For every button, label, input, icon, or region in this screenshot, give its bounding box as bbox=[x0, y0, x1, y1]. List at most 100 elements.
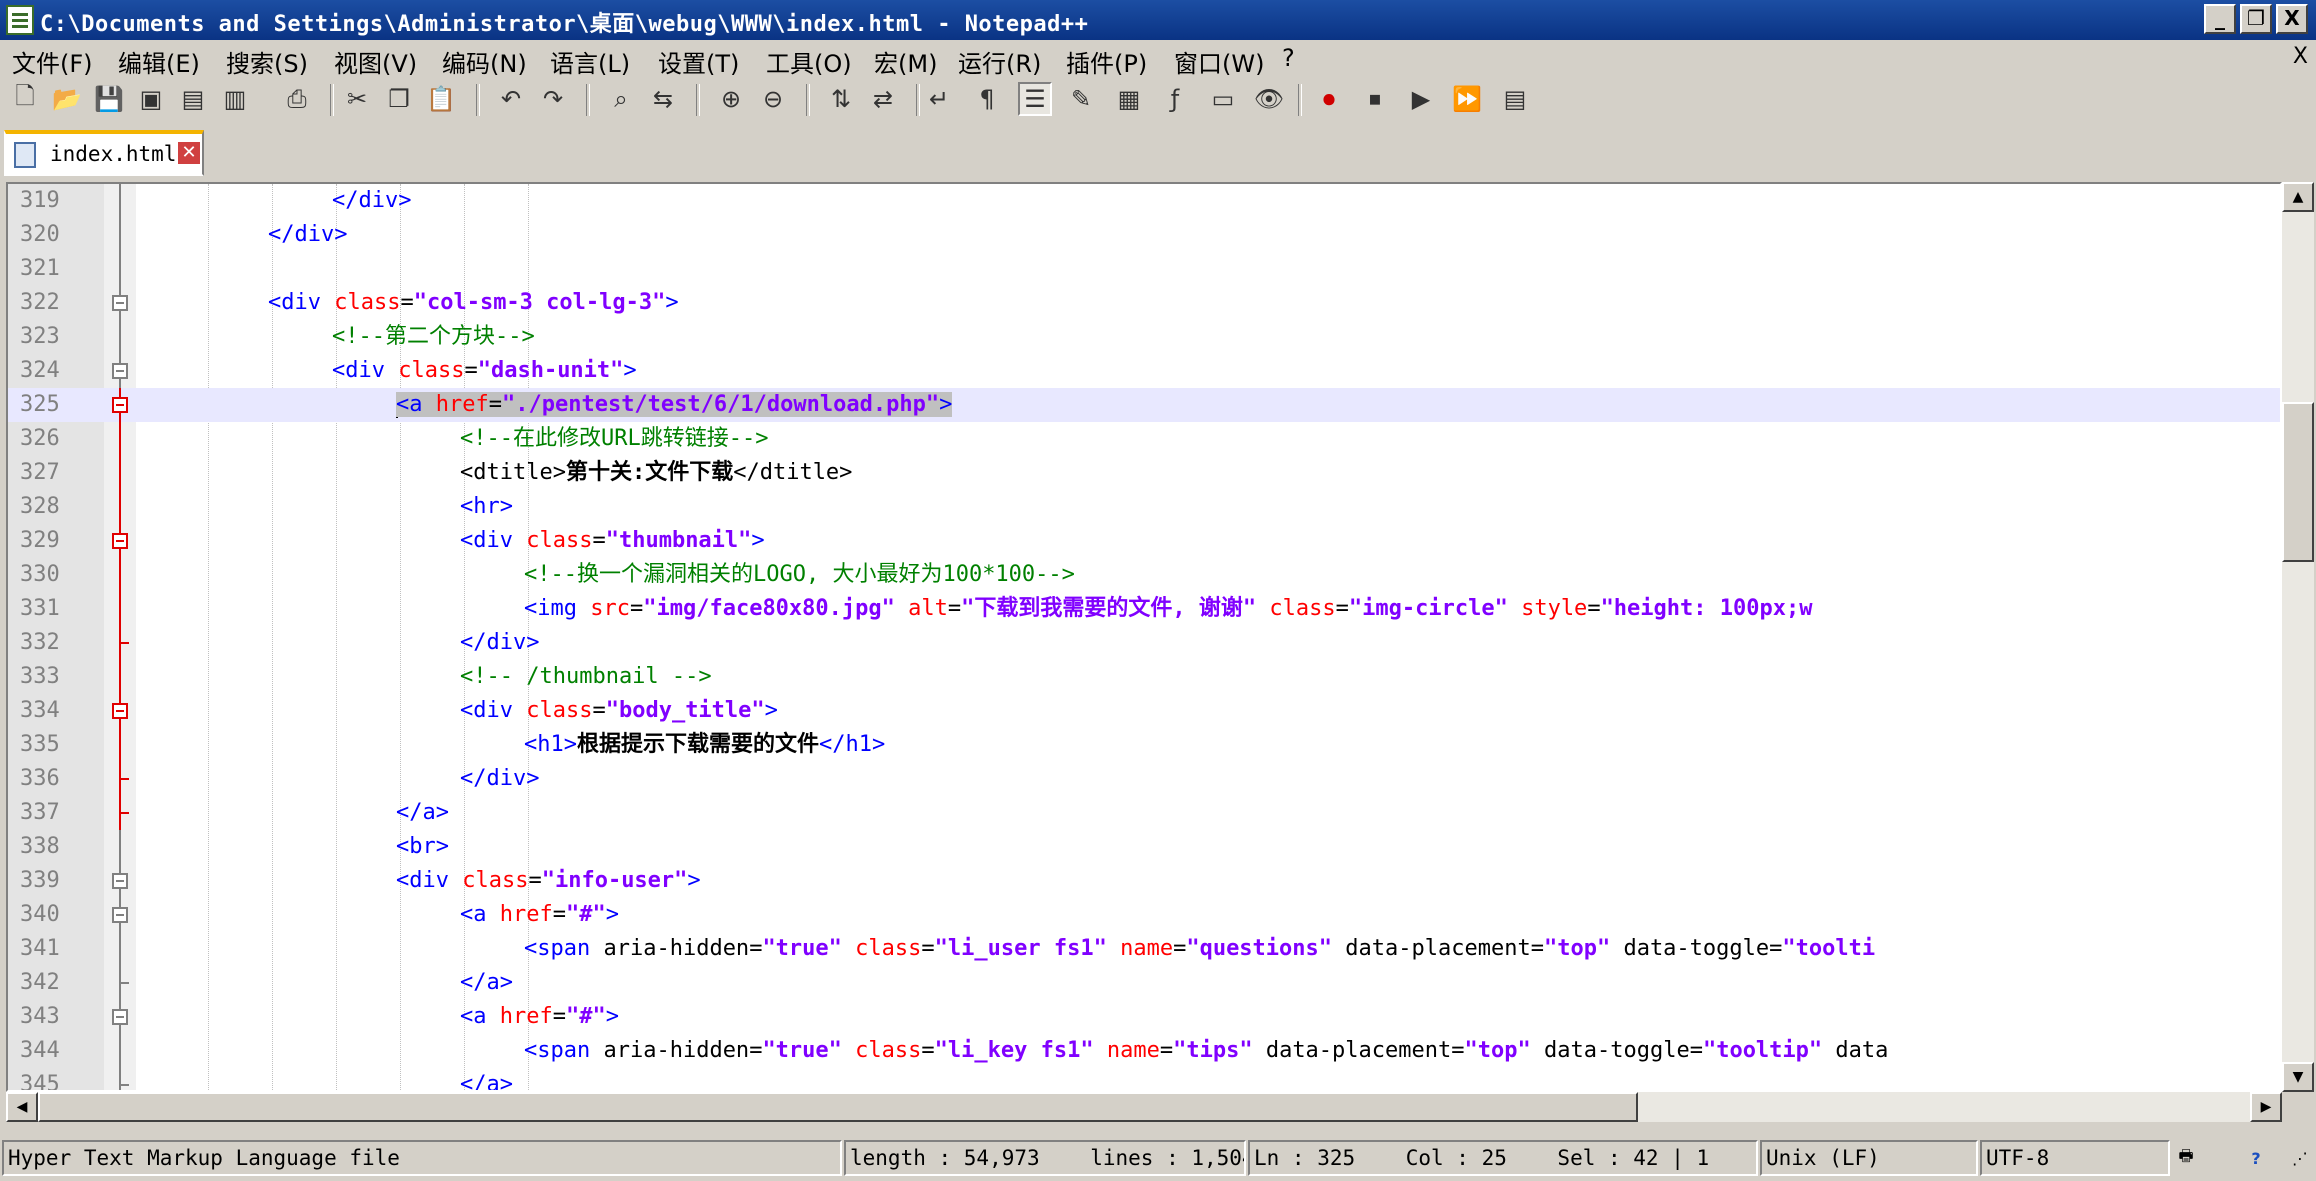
code-line[interactable]: 334 <div class="body_title"> bbox=[8, 694, 2280, 728]
open-icon[interactable]: 📂 bbox=[50, 82, 84, 116]
play-macro-icon[interactable]: ▶ bbox=[1404, 82, 1438, 116]
monitor-status-icon[interactable]: 🖶 bbox=[2170, 1142, 2202, 1174]
horizontal-scroll-thumb[interactable] bbox=[38, 1092, 1638, 1122]
code-line[interactable]: 332 </div> bbox=[8, 626, 2280, 660]
find-icon[interactable]: ⌕ bbox=[604, 82, 638, 116]
menu-edit[interactable]: 编辑(E) bbox=[118, 44, 200, 79]
code-line[interactable]: 326 <!--在此修改URL跳转链接--> bbox=[8, 422, 2280, 456]
code-line[interactable]: 345 </a> bbox=[8, 1068, 2280, 1090]
cut-icon[interactable]: ✂ bbox=[340, 82, 374, 116]
code-line[interactable]: 335 <h1>根据提示下载需要的文件</h1> bbox=[8, 728, 2280, 762]
help-icon[interactable]: ? bbox=[2240, 1142, 2272, 1174]
stop-macro-icon[interactable]: ⏹ bbox=[1358, 82, 1392, 116]
maximize-button[interactable]: ❐ bbox=[2240, 4, 2272, 34]
user-lang-icon[interactable]: ✎ bbox=[1064, 82, 1098, 116]
code-line[interactable]: 340 <a href="#"> bbox=[8, 898, 2280, 932]
code-line[interactable]: 323 <!--第二个方块--> bbox=[8, 320, 2280, 354]
code-line[interactable]: 337 </a> bbox=[8, 796, 2280, 830]
scroll-up-button[interactable]: ▲ bbox=[2282, 182, 2314, 212]
code-line[interactable]: 339 <div class="info-user"> bbox=[8, 864, 2280, 898]
status-encoding[interactable]: UTF-8 bbox=[1980, 1140, 2170, 1176]
fold-toggle-icon[interactable] bbox=[112, 864, 128, 898]
menu-search[interactable]: 搜索(S) bbox=[226, 44, 308, 79]
code-line[interactable]: 336 </div> bbox=[8, 762, 2280, 796]
undo-icon[interactable]: ↶ bbox=[494, 82, 528, 116]
paste-icon[interactable]: 📋 bbox=[424, 82, 458, 116]
code-line[interactable]: 344 <span aria-hidden="true" class="li_ke… bbox=[8, 1034, 2280, 1068]
doc-map-icon[interactable]: ▦ bbox=[1112, 82, 1146, 116]
code-line[interactable]: 342 </a> bbox=[8, 966, 2280, 1000]
code-line[interactable]: 330 <!--换一个漏洞相关的LOGO, 大小最好为100*100--> bbox=[8, 558, 2280, 592]
fold-toggle-icon[interactable] bbox=[112, 524, 128, 558]
fold-toggle-icon[interactable] bbox=[112, 354, 128, 388]
sync-h-icon[interactable]: ⇄ bbox=[866, 82, 900, 116]
run-macro-multiple-icon[interactable]: ⏩ bbox=[1450, 82, 1484, 116]
vertical-scroll-thumb[interactable] bbox=[2282, 402, 2314, 562]
zoom-out-icon[interactable]: ⊖ bbox=[756, 82, 790, 116]
monitor-icon[interactable]: 👁 bbox=[1252, 82, 1286, 116]
code-line[interactable]: 333 <!-- /thumbnail --> bbox=[8, 660, 2280, 694]
replace-icon[interactable]: ⇆ bbox=[646, 82, 680, 116]
menu-language[interactable]: 语言(L) bbox=[550, 44, 630, 79]
menu-run[interactable]: 运行(R) bbox=[958, 44, 1041, 79]
word-wrap-icon[interactable]: ↵ bbox=[922, 82, 956, 116]
close-button[interactable]: X bbox=[2276, 4, 2308, 34]
new-icon[interactable]: 🗋 bbox=[8, 82, 42, 116]
close-all-icon[interactable]: ▥ bbox=[218, 82, 252, 116]
tab-close-icon[interactable]: ✕ bbox=[178, 142, 200, 164]
menu-view[interactable]: 视图(V) bbox=[334, 44, 417, 79]
minimize-button[interactable]: _ bbox=[2204, 4, 2236, 34]
code-line[interactable]: 328 <hr> bbox=[8, 490, 2280, 524]
zoom-in-icon[interactable]: ⊕ bbox=[714, 82, 748, 116]
menu-macro[interactable]: 宏(M) bbox=[874, 44, 937, 79]
record-macro-icon[interactable]: ⏺ bbox=[1312, 82, 1346, 116]
code-line[interactable]: 320 </div> bbox=[8, 218, 2280, 252]
code-line[interactable]: 338 <br> bbox=[8, 830, 2280, 864]
indent-guide-icon[interactable]: ☰ bbox=[1018, 82, 1052, 116]
save-macro-icon[interactable]: ▤ bbox=[1498, 82, 1532, 116]
folder-workspace-icon[interactable]: ▭ bbox=[1206, 82, 1240, 116]
save-all-icon[interactable]: ▣ bbox=[134, 82, 168, 116]
show-all-chars-icon[interactable]: ¶ bbox=[970, 82, 1004, 116]
copy-icon[interactable]: ❐ bbox=[382, 82, 416, 116]
code-line[interactable]: 324 <div class="dash-unit"> bbox=[8, 354, 2280, 388]
menu-window[interactable]: 窗口(W) bbox=[1174, 44, 1264, 79]
function-list-icon[interactable]: ƒ bbox=[1158, 82, 1192, 116]
save-icon[interactable]: 💾 bbox=[92, 82, 126, 116]
vertical-scrollbar[interactable]: ▲ ▼ bbox=[2282, 182, 2314, 1092]
close-document-button[interactable]: X bbox=[2293, 44, 2308, 69]
fold-toggle-icon[interactable] bbox=[112, 1000, 128, 1034]
scroll-right-button[interactable]: ▶ bbox=[2250, 1092, 2282, 1122]
status-eol[interactable]: Unix (LF) bbox=[1760, 1140, 1978, 1176]
menu-file[interactable]: 文件(F) bbox=[12, 44, 93, 79]
code-line[interactable]: 321 bbox=[8, 252, 2280, 286]
fold-line bbox=[112, 660, 128, 694]
code-line[interactable]: 329 <div class="thumbnail"> bbox=[8, 524, 2280, 558]
menu-tools[interactable]: 工具(O) bbox=[766, 44, 852, 79]
fold-toggle-icon[interactable] bbox=[112, 694, 128, 728]
sync-v-icon[interactable]: ⇅ bbox=[824, 82, 858, 116]
code-line[interactable]: 319 </div> bbox=[8, 184, 2280, 218]
code-editor[interactable]: 319 </div> 320 </div> 321 322 <div class="col-… bbox=[6, 182, 2282, 1092]
fold-toggle-icon[interactable] bbox=[112, 388, 128, 422]
horizontal-scrollbar[interactable]: ◀ ▶ bbox=[6, 1092, 2282, 1122]
menu-encoding[interactable]: 编码(N) bbox=[442, 44, 527, 79]
resize-grip-icon[interactable]: ⋰ bbox=[2284, 1142, 2316, 1174]
scroll-left-button[interactable]: ◀ bbox=[6, 1092, 38, 1122]
code-line[interactable]: 325 <a href="./pentest/test/6/1/download.… bbox=[8, 388, 2280, 422]
scroll-down-button[interactable]: ▼ bbox=[2282, 1062, 2314, 1092]
fold-toggle-icon[interactable] bbox=[112, 286, 128, 320]
code-line[interactable]: 343 <a href="#"> bbox=[8, 1000, 2280, 1034]
fold-toggle-icon[interactable] bbox=[112, 898, 128, 932]
tab-index-html[interactable]: index.html ✕ bbox=[4, 130, 204, 176]
redo-icon[interactable]: ↷ bbox=[536, 82, 570, 116]
code-line[interactable]: 322 <div class="col-sm-3 col-lg-3"> bbox=[8, 286, 2280, 320]
code-line[interactable]: 327 <dtitle>第十关:文件下载</dtitle> bbox=[8, 456, 2280, 490]
menu-plugins[interactable]: 插件(P) bbox=[1066, 44, 1147, 79]
menu-help[interactable]: ? bbox=[1282, 44, 1295, 72]
menu-settings[interactable]: 设置(T) bbox=[658, 44, 739, 79]
code-line[interactable]: 331 <img src="img/face80x80.jpg" alt="下载到… bbox=[8, 592, 2280, 626]
close-icon[interactable]: ▤ bbox=[176, 82, 210, 116]
code-line[interactable]: 341 <span aria-hidden="true" class="li_us… bbox=[8, 932, 2280, 966]
print-icon[interactable]: ⎙ bbox=[280, 82, 314, 116]
